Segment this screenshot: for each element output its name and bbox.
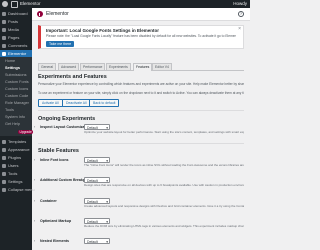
feature-status-select[interactable]: Default (84, 238, 110, 245)
experiments-heading: Experiments and Features (38, 74, 107, 80)
feature-description: Design sites that are responsive on all … (84, 184, 244, 187)
page-icon (2, 35, 6, 40)
chevron-right-icon[interactable]: › (34, 219, 35, 223)
sidebar-item-settings[interactable]: Settings (0, 178, 32, 185)
chevron-right-icon[interactable]: › (34, 239, 35, 243)
sidebar-item-plugins[interactable]: Plugins (0, 154, 32, 161)
page-title: Elementor (46, 11, 69, 17)
sidebar-item-tools[interactable]: Tools (0, 170, 32, 177)
divider (38, 110, 244, 111)
wrench-icon (2, 171, 6, 176)
media-icon (2, 27, 6, 32)
feature-row: › Container Default Create advanced layo… (34, 198, 244, 215)
submenu-settings[interactable]: Settings (0, 65, 32, 72)
notice-take-me-there-button[interactable]: Take me there (46, 41, 75, 47)
submenu-custom-icons[interactable]: Custom Icons (0, 86, 32, 93)
tab-general[interactable]: General (38, 63, 57, 70)
close-icon[interactable]: × (238, 27, 241, 32)
feature-name: Optimized Markup (40, 219, 72, 223)
feature-description: Reduce the DOM size by eliminating HTML … (84, 225, 244, 228)
stable-features-heading: Stable Features (38, 148, 79, 154)
feature-name: Inline Font Icons (40, 158, 69, 162)
feature-status-select[interactable]: Default (84, 157, 110, 164)
upgrade-badge: Upgrade (18, 129, 34, 134)
dashboard-icon (2, 11, 6, 16)
brush-icon (2, 147, 6, 152)
sidebar-item-comments[interactable]: Comments (0, 42, 32, 49)
submenu-home[interactable]: Home (0, 58, 32, 65)
back-to-default-button[interactable]: Back to default (89, 99, 120, 107)
divider (38, 143, 244, 144)
feature-row: › Optimized Markup Default Reduce the DO… (34, 218, 244, 235)
main-content: Elementor ? Important: Local Google Font… (32, 8, 250, 250)
tab-features[interactable]: Features (133, 63, 153, 71)
chevron-right-icon[interactable]: › (34, 158, 35, 162)
elementor-header: Elementor ? (32, 8, 250, 21)
submenu-submissions[interactable]: Submissions (0, 72, 32, 79)
tab-editor-v4[interactable]: Editor V4 (152, 63, 172, 70)
chevron-right-icon[interactable]: › (34, 199, 35, 203)
feature-status-select[interactable]: Default (84, 218, 110, 225)
submenu-custom-fonts[interactable]: Custom Fonts (0, 79, 32, 86)
sidebar-item-users[interactable]: Users (0, 162, 32, 169)
feature-description: Optimize your website layout for better … (84, 131, 244, 134)
account-menu[interactable]: Howdy (233, 1, 247, 7)
sidebar-item-dashboard[interactable]: Dashboard (0, 10, 32, 17)
feature-row: › Nested Elements Default (34, 238, 244, 249)
user-icon (2, 163, 6, 168)
home-icon[interactable] (11, 1, 18, 8)
feature-row: › Inspect Layout Customization Default O… (34, 124, 244, 139)
settings-icon (2, 179, 6, 184)
collapse-icon (2, 187, 6, 192)
sidebar-collapse-menu[interactable]: Collapse menu (0, 186, 35, 193)
admin-sidebar: Dashboard Posts Media Pages Comments Ele… (0, 8, 35, 250)
feature-description: Create advanced layouts and responsive d… (84, 205, 244, 208)
plugin-icon (2, 155, 6, 160)
elementor-icon (2, 51, 6, 56)
chevron-right-icon[interactable]: › (34, 178, 35, 182)
submenu-custom-code[interactable]: Custom Code (0, 93, 32, 100)
notice-text: Please note: the "Load Google Fonts Loca… (46, 34, 236, 38)
experiments-intro-2: To use an experiment or feature on your … (38, 91, 244, 95)
feature-status-select[interactable]: Default (84, 198, 110, 205)
settings-tabs: General Advanced Performance Experiments… (38, 63, 244, 71)
site-name-link[interactable]: Elementor (20, 1, 41, 7)
notice-title: Important: Local Google Fonts Settings i… (46, 28, 160, 33)
chevron-right-icon[interactable]: › (34, 125, 35, 129)
feature-status-select[interactable]: Default (84, 177, 110, 184)
tab-experiments[interactable]: Experiments (106, 63, 131, 70)
tab-performance[interactable]: Performance (80, 63, 106, 70)
deactivate-all-button[interactable]: Deactivate All (62, 99, 91, 107)
sidebar-item-posts[interactable]: Posts (0, 18, 32, 25)
sidebar-item-elementor[interactable]: Elementor (0, 50, 32, 57)
submenu-get-help[interactable]: Get Help (0, 121, 32, 128)
pin-icon (2, 19, 6, 24)
admin-bar: Elementor Howdy (0, 0, 250, 8)
google-fonts-notice: Important: Local Google Fonts Settings i… (38, 25, 244, 49)
sidebar-item-templates[interactable]: Templates (0, 138, 32, 145)
elementor-logo-icon (37, 11, 43, 17)
sidebar-item-appearance[interactable]: Appearance (0, 146, 32, 153)
experiments-intro: Personalize your Elementor experience by… (38, 82, 244, 86)
ongoing-experiments-heading: Ongoing Experiments (38, 116, 96, 122)
submenu-role-manager[interactable]: Role Manager (0, 100, 32, 107)
feature-status-select[interactable]: Default (84, 124, 110, 131)
feature-description: The "Inline Font Icons" will render the … (84, 164, 244, 167)
feature-row: › Inline Font Icons Default The "Inline … (34, 157, 244, 174)
sidebar-item-media[interactable]: Media (0, 26, 32, 33)
tab-advanced[interactable]: Advanced (58, 63, 80, 70)
templates-icon (2, 139, 6, 144)
wordpress-logo-icon[interactable] (2, 1, 8, 7)
feature-name: Container (40, 199, 57, 203)
submenu-upgrade[interactable]: Upgrade (0, 128, 34, 135)
sidebar-item-pages[interactable]: Pages (0, 34, 32, 41)
feature-row: › Additional Custom Breakpoints Default … (34, 177, 244, 194)
help-icon[interactable]: ? (238, 11, 244, 17)
submenu-tools[interactable]: Tools (0, 107, 32, 114)
comment-icon (2, 43, 6, 48)
feature-name: Nested Elements (40, 239, 69, 243)
submenu-system-info[interactable]: System Info (0, 114, 32, 121)
activate-all-button[interactable]: Activate All (38, 99, 63, 107)
